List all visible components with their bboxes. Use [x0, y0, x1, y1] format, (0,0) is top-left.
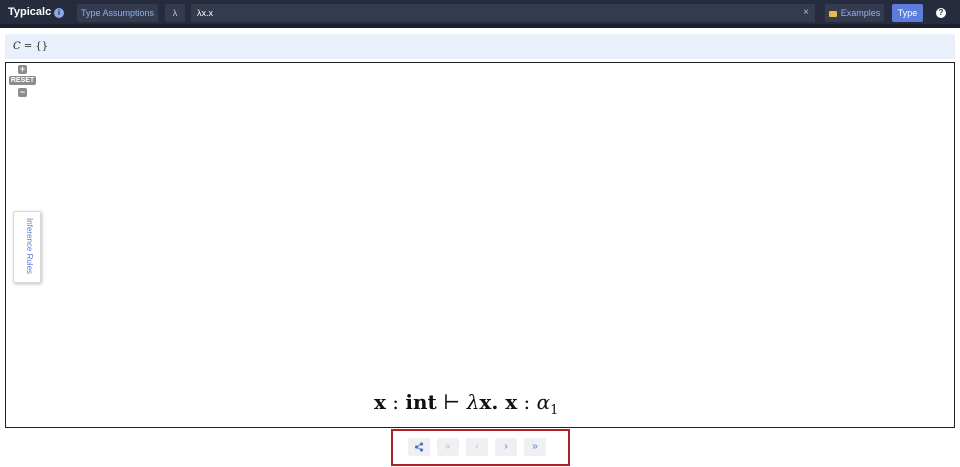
first-step-button[interactable]: « — [437, 438, 459, 456]
last-step-button[interactable]: » — [524, 438, 546, 456]
inference-rules-label: Inference Rules — [25, 218, 34, 275]
proof-tree-canvas[interactable]: + RESET − Inference Rules x : int ⊢ λx. … — [5, 62, 955, 428]
zoom-out-button[interactable]: − — [18, 88, 27, 97]
help-icon[interactable]: ? — [936, 8, 946, 18]
judgment-turnstile: ⊢ — [436, 390, 467, 414]
constraint-set: {} — [35, 41, 49, 52]
inference-rules-tab[interactable]: Inference Rules — [13, 211, 41, 283]
judgment-body: x. x — [479, 390, 518, 414]
reset-zoom-button[interactable]: RESET — [9, 76, 36, 85]
judgment-alpha: α — [536, 390, 551, 414]
info-icon[interactable]: i — [54, 8, 64, 18]
top-bar: Typicalc i Type Assumptions λ × Examples… — [0, 0, 960, 28]
clear-expression-button[interactable]: × — [800, 5, 812, 21]
judgment-lambda: λ — [466, 390, 480, 414]
folder-icon — [828, 11, 837, 17]
judgment-colon-2: : — [517, 390, 537, 414]
constraint-symbol: C — [13, 41, 21, 52]
judgment-colon: : — [385, 390, 406, 414]
app-title[interactable]: Typicalc — [8, 6, 51, 18]
step-navigation: « ‹ › » — [391, 429, 570, 466]
top-bar-strip — [0, 24, 960, 28]
share-icon — [414, 442, 424, 452]
examples-label: Examples — [840, 8, 881, 18]
type-assumptions-button[interactable]: Type Assumptions — [77, 4, 158, 22]
zoom-in-button[interactable]: + — [18, 65, 27, 74]
lambda-insert-button[interactable]: λ — [165, 4, 185, 22]
previous-step-button[interactable]: ‹ — [466, 438, 488, 456]
next-step-button[interactable]: › — [495, 438, 517, 456]
share-button[interactable] — [408, 438, 430, 456]
constraint-equals: = — [20, 41, 36, 52]
type-button[interactable]: Type — [892, 4, 923, 22]
constraint-set-bar: C = {} — [5, 34, 955, 59]
judgment-type: int — [405, 390, 437, 414]
typing-judgment: x : int ⊢ λx. x : α1 — [374, 390, 558, 418]
examples-button[interactable]: Examples — [825, 4, 884, 22]
judgment-var: x — [374, 390, 386, 414]
expression-input[interactable] — [191, 4, 815, 22]
judgment-subscript: 1 — [550, 403, 559, 418]
